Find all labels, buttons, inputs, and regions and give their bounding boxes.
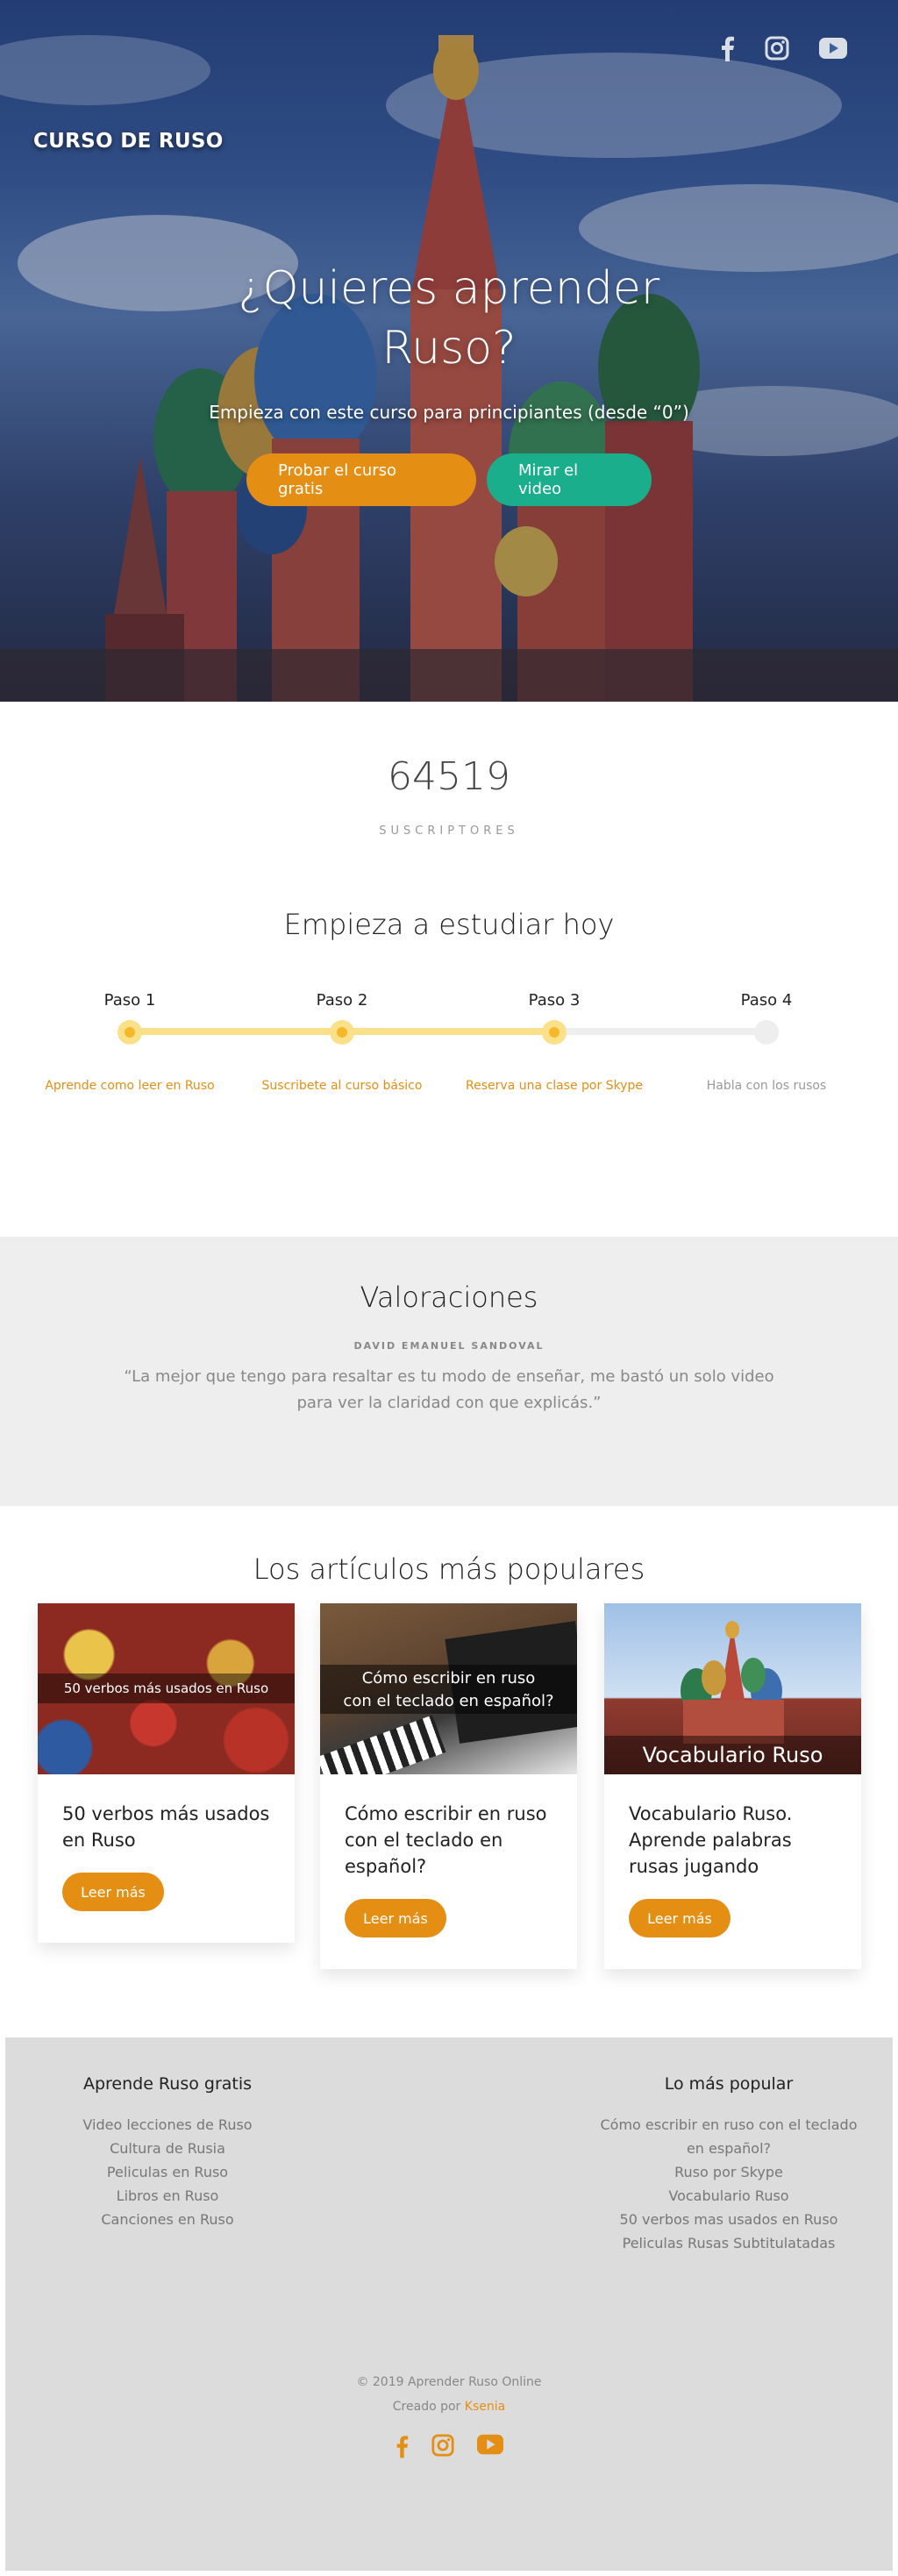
- footer-link[interactable]: Ruso por Skype: [567, 2160, 891, 2184]
- youtube-icon[interactable]: [477, 2434, 503, 2462]
- footer-column-title: Aprende Ruso gratis: [82, 2074, 253, 2094]
- hero-title-line1: ¿Quieres aprender: [238, 262, 660, 315]
- footer-column-learn: Aprende Ruso gratis Video lecciones de R…: [5, 2074, 330, 2231]
- hero-subtitle: Empieza con este curso para principiante…: [209, 402, 689, 423]
- facebook-icon[interactable]: [719, 35, 735, 61]
- article-image-caption: Vocabulario Ruso: [604, 1736, 861, 1774]
- article-card: Vocabulario Ruso Vocabulario Ruso. Apren…: [604, 1603, 861, 1969]
- step-description: Habla con los rusos: [706, 1079, 827, 1093]
- footer-column-popular: Lo más popular Cómo escribir en ruso con…: [567, 2074, 891, 2255]
- step-4: Paso 4 Habla con los rusos: [661, 991, 872, 1093]
- article-title[interactable]: 50 verbos más usados en Ruso: [62, 1801, 270, 1853]
- credit-author-link[interactable]: Ksenia: [465, 2400, 505, 2414]
- site-footer: Aprende Ruso gratis Video lecciones de R…: [5, 2037, 893, 2571]
- article-card: 50 verbos más usados en Ruso 50 verbos m…: [38, 1603, 295, 1943]
- try-course-button[interactable]: Probar el curso gratis: [246, 453, 476, 506]
- read-more-button[interactable]: Leer más: [62, 1873, 164, 1911]
- watch-video-button[interactable]: Mirar el video: [487, 453, 652, 506]
- hero-section: CURSO DE RUSO ¿Quieres aprender Ruso? Em…: [0, 0, 898, 702]
- step-dot-active: [118, 1020, 142, 1045]
- footer-link[interactable]: 50 verbos mas usados en Ruso: [567, 2208, 891, 2231]
- footer-link[interactable]: Video lecciones de Ruso: [5, 2113, 330, 2137]
- article-body: Vocabulario Ruso. Aprende palabras rusas…: [604, 1774, 861, 1969]
- step-label: Paso 3: [528, 991, 581, 1010]
- article-image-matryoshka[interactable]: 50 verbos más usados en Ruso: [38, 1603, 295, 1774]
- footer-link[interactable]: Peliculas en Ruso: [5, 2160, 330, 2184]
- article-image-laptop[interactable]: Cómo escribir en ruso con el teclado en …: [320, 1603, 577, 1774]
- testimonials-title: Valoraciones: [360, 1281, 538, 1314]
- steps-title: Empieza a estudiar hoy: [283, 908, 615, 941]
- testimonial-quote: “La mejor que tengo para resaltar es tu …: [124, 1367, 774, 1412]
- step-label: Paso 4: [740, 991, 793, 1010]
- step-dot-active: [330, 1020, 354, 1045]
- credit-prefix: Creado por: [392, 2400, 465, 2414]
- articles-title: Los artículos más populares: [253, 1552, 645, 1586]
- stats-section: 64519 SUSCRIPTORES: [0, 702, 898, 877]
- step-label: Paso 1: [103, 991, 156, 1010]
- footer-link[interactable]: Canciones en Ruso: [5, 2208, 330, 2231]
- facebook-icon[interactable]: [395, 2434, 409, 2462]
- read-more-button[interactable]: Leer más: [629, 1899, 731, 1937]
- steps-progress-bar-empty: [554, 1028, 768, 1035]
- read-more-button[interactable]: Leer más: [345, 1899, 446, 1937]
- instagram-icon[interactable]: [431, 2434, 454, 2462]
- footer-link[interactable]: Vocabulario Ruso: [567, 2184, 891, 2208]
- article-image-cathedral[interactable]: Vocabulario Ruso: [604, 1603, 861, 1774]
- testimonial-author: DAVID EMANUEL SANDOVAL: [353, 1340, 545, 1352]
- footer-column-title: Lo más popular: [664, 2074, 794, 2094]
- article-title[interactable]: Cómo escribir en ruso con el teclado en …: [345, 1801, 552, 1880]
- step-3: Paso 3 Reserva una clase por Skype: [449, 991, 659, 1093]
- step-1: Paso 1 Aprende como leer en Ruso: [25, 991, 235, 1093]
- article-image-caption: 50 verbos más usados en Ruso: [38, 1673, 295, 1703]
- article-image-caption: Cómo escribir en ruso con el teclado en …: [320, 1665, 577, 1714]
- footer-link[interactable]: Peliculas Rusas Subtitulatadas: [567, 2231, 891, 2255]
- footer-link[interactable]: Cultura de Rusia: [5, 2137, 330, 2160]
- copyright: © 2019 Aprender Ruso Online: [356, 2375, 542, 2389]
- subscriber-count: 64519: [388, 754, 510, 799]
- article-body: Cómo escribir en ruso con el teclado en …: [320, 1774, 577, 1969]
- subscriber-label: SUSCRIPTORES: [379, 824, 519, 838]
- youtube-icon[interactable]: [819, 38, 847, 59]
- step-dot-inactive: [754, 1020, 779, 1045]
- step-description[interactable]: Suscribete al curso básico: [237, 1079, 447, 1093]
- instagram-icon[interactable]: [765, 36, 789, 61]
- hero-title: ¿Quieres aprender Ruso?: [0, 259, 898, 378]
- hero-social-links: [719, 35, 847, 61]
- footer-social-links: [5, 2434, 893, 2462]
- footer-link[interactable]: en español?: [567, 2137, 891, 2160]
- step-label: Paso 2: [316, 991, 368, 1010]
- hero-buttons: Probar el curso gratis Mirar el video: [0, 453, 898, 506]
- step-description[interactable]: Aprende como leer en Ruso: [25, 1079, 235, 1093]
- footer-link[interactable]: Cómo escribir en ruso con el teclado: [567, 2113, 891, 2137]
- footer-link[interactable]: Libros en Ruso: [5, 2184, 330, 2208]
- step-dot-active: [542, 1020, 567, 1045]
- step-2: Paso 2 Suscribete al curso básico: [237, 991, 447, 1093]
- hero-title-line2: Ruso?: [381, 322, 517, 375]
- testimonials-section: Valoraciones DAVID EMANUEL SANDOVAL “La …: [0, 1237, 898, 1506]
- article-title[interactable]: Vocabulario Ruso. Aprende palabras rusas…: [629, 1801, 837, 1880]
- step-description[interactable]: Reserva una clase por Skype: [449, 1079, 659, 1093]
- article-card: Cómo escribir en ruso con el teclado en …: [320, 1603, 577, 1969]
- credit-line: Creado por Ksenia: [5, 2400, 893, 2414]
- article-body: 50 verbos más usados en Ruso Leer más: [38, 1774, 295, 1943]
- site-brand[interactable]: CURSO DE RUSO: [33, 130, 224, 153]
